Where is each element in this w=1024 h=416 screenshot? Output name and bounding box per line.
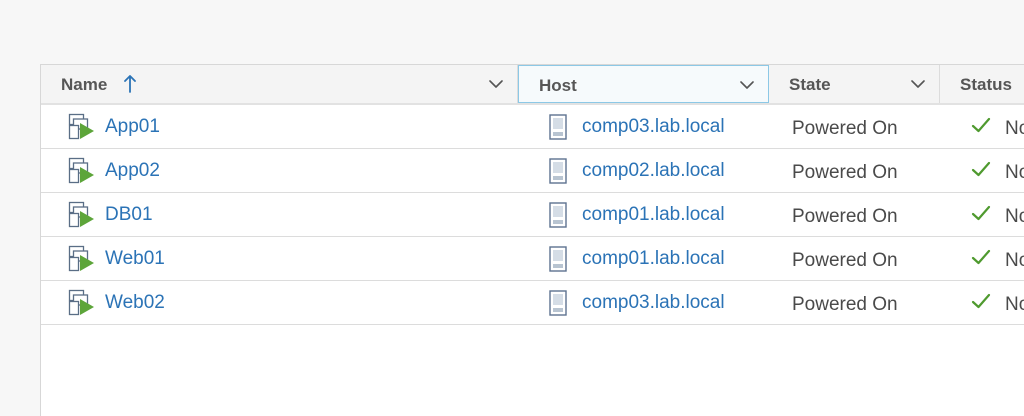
vm-grid: Name Host State Status App01 comp03.lab.… bbox=[40, 64, 1024, 416]
vm-icon bbox=[68, 157, 94, 184]
vm-icon bbox=[68, 201, 94, 228]
vm-icon bbox=[68, 245, 94, 272]
column-header-host-label: Host bbox=[539, 76, 577, 95]
host-name-link[interactable]: comp01.lab.local bbox=[582, 204, 725, 226]
column-header-status-label: Status bbox=[960, 75, 1012, 94]
status-text: No bbox=[1005, 294, 1024, 315]
host-icon bbox=[549, 246, 567, 272]
vm-name-link[interactable]: Web01 bbox=[105, 248, 165, 270]
host-name-link[interactable]: comp03.lab.local bbox=[582, 292, 725, 314]
check-icon bbox=[971, 293, 991, 309]
table-row[interactable]: App01 comp03.lab.local Powered On No bbox=[41, 105, 1024, 149]
power-state-text: Powered On bbox=[792, 206, 898, 227]
vm-icon bbox=[68, 289, 94, 316]
vm-name-link[interactable]: App02 bbox=[105, 160, 160, 182]
column-header-status[interactable]: Status bbox=[940, 65, 1024, 103]
vm-icon bbox=[68, 113, 94, 140]
check-icon bbox=[971, 161, 991, 177]
vm-name-link[interactable]: Web02 bbox=[105, 292, 165, 314]
grid-header: Name Host State Status bbox=[41, 65, 1024, 105]
power-state-text: Powered On bbox=[792, 250, 898, 271]
status-text: No bbox=[1005, 206, 1024, 227]
table-row[interactable]: DB01 comp01.lab.local Powered On No bbox=[41, 193, 1024, 237]
host-name-link[interactable]: comp02.lab.local bbox=[582, 160, 725, 182]
table-row[interactable]: Web01 comp01.lab.local Powered On No bbox=[41, 237, 1024, 281]
host-icon bbox=[549, 114, 567, 140]
status-text: No bbox=[1005, 162, 1024, 183]
chevron-down-icon[interactable] bbox=[740, 81, 754, 90]
vm-name-link[interactable]: DB01 bbox=[105, 204, 153, 226]
table-row[interactable]: App02 comp02.lab.local Powered On No bbox=[41, 149, 1024, 193]
check-icon bbox=[971, 205, 991, 221]
host-icon bbox=[549, 202, 567, 228]
arrow-up-icon[interactable] bbox=[123, 74, 137, 94]
power-state-text: Powered On bbox=[792, 118, 898, 139]
check-icon bbox=[971, 249, 991, 265]
power-state-text: Powered On bbox=[792, 162, 898, 183]
power-state-text: Powered On bbox=[792, 294, 898, 315]
column-header-name[interactable]: Name bbox=[41, 65, 518, 103]
vm-name-link[interactable]: App01 bbox=[105, 116, 160, 138]
column-header-name-label: Name bbox=[61, 75, 108, 94]
host-name-link[interactable]: comp03.lab.local bbox=[582, 116, 725, 138]
status-text: No bbox=[1005, 250, 1024, 271]
table-row[interactable]: Web02 comp03.lab.local Powered On No bbox=[41, 281, 1024, 325]
host-name-link[interactable]: comp01.lab.local bbox=[582, 248, 725, 270]
column-header-state-label: State bbox=[789, 75, 831, 94]
chevron-down-icon[interactable] bbox=[911, 80, 925, 89]
host-icon bbox=[549, 290, 567, 316]
column-header-state[interactable]: State bbox=[769, 65, 940, 103]
host-icon bbox=[549, 158, 567, 184]
check-icon bbox=[971, 117, 991, 133]
chevron-down-icon[interactable] bbox=[489, 80, 503, 89]
column-header-host[interactable]: Host bbox=[518, 65, 769, 103]
status-text: No bbox=[1005, 118, 1024, 139]
